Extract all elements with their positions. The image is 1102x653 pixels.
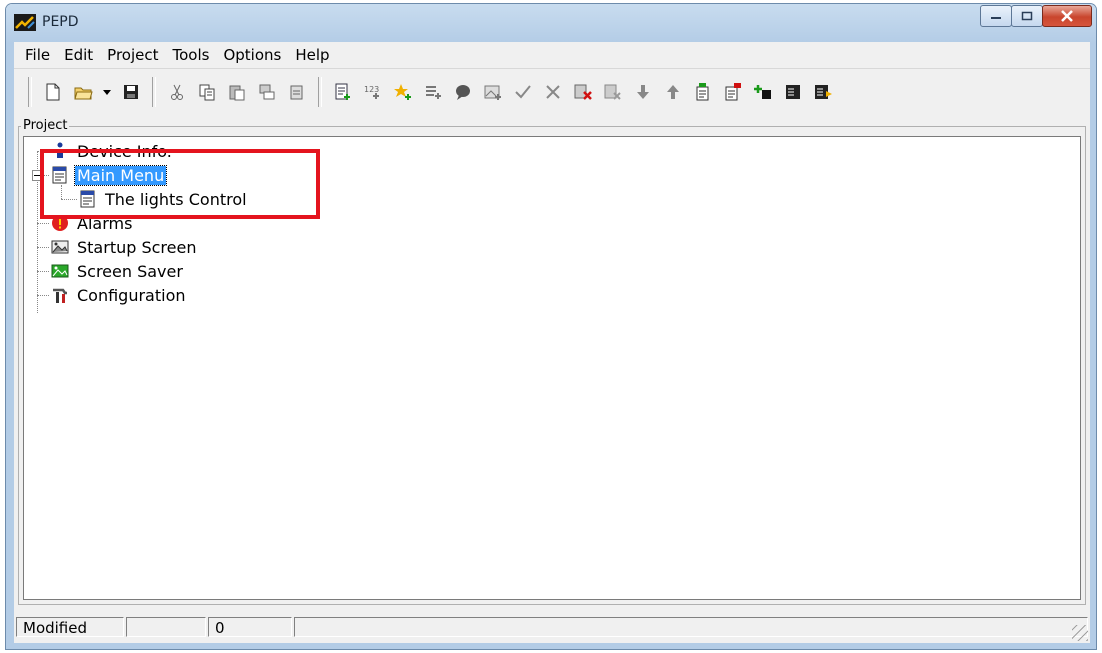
title-bar[interactable]: PEPD [6, 4, 1096, 40]
menu-options[interactable]: Options [216, 46, 288, 64]
cut-icon [171, 84, 183, 100]
menu-red-icon [725, 83, 741, 101]
accept-button[interactable] [511, 80, 535, 104]
save-button[interactable] [119, 80, 143, 104]
tree-node-startup-screen[interactable]: Startup Screen [51, 236, 198, 258]
copy-button[interactable] [195, 80, 219, 104]
paste-item-icon [259, 84, 275, 100]
menu-add-button[interactable] [691, 80, 715, 104]
move-down-button[interactable] [631, 80, 655, 104]
paste-item-button[interactable] [255, 80, 279, 104]
add-comment-icon [456, 85, 470, 100]
highlight-box [40, 149, 320, 219]
project-group-label: Project [21, 118, 70, 133]
bullet-add-icon [754, 85, 771, 99]
startup-image-icon [51, 238, 69, 256]
add-screen-button[interactable] [331, 80, 355, 104]
add-number-icon: 123 [364, 85, 379, 99]
menu-add-icon [696, 83, 709, 101]
status-bar: Modified 0 [14, 609, 1090, 643]
list-export-icon [815, 85, 832, 99]
move-down-icon [637, 85, 649, 99]
status-pane-2 [126, 617, 206, 637]
client-area: File Edit Project Tools Options Help 123… [14, 42, 1090, 643]
move-up-button[interactable] [661, 80, 685, 104]
app-logo-icon [14, 14, 36, 31]
paste-button[interactable] [225, 80, 249, 104]
tree-line [37, 247, 49, 248]
close-button[interactable] [1042, 5, 1092, 27]
save-icon [124, 85, 138, 99]
delete-screen-icon [574, 84, 592, 100]
tools-icon [51, 286, 69, 304]
paste-special-button[interactable] [285, 80, 309, 104]
window-title: PEPD [42, 14, 79, 30]
delete-item-icon [604, 84, 621, 100]
tree-line [37, 295, 49, 296]
screensaver-image-icon [51, 262, 69, 280]
add-image-button[interactable] [481, 80, 505, 104]
add-screen-icon [335, 83, 350, 100]
list-button[interactable] [781, 80, 805, 104]
toolbar-separator [28, 77, 32, 107]
reject-button[interactable] [541, 80, 565, 104]
menu-help[interactable]: Help [288, 46, 336, 64]
menu-project[interactable]: Project [100, 46, 165, 64]
menu-bar: File Edit Project Tools Options Help [14, 42, 1090, 69]
new-file-icon [46, 83, 60, 101]
check-icon [515, 85, 531, 99]
bullet-add-button[interactable] [751, 80, 775, 104]
open-button[interactable] [71, 80, 95, 104]
paste-icon [229, 85, 245, 101]
new-button[interactable] [41, 80, 65, 104]
app-window: PEPD File Edit Project Tools Options Hel… [6, 4, 1096, 649]
add-item-button[interactable] [391, 80, 415, 104]
copy-icon [199, 84, 215, 101]
svg-text:123: 123 [364, 85, 379, 94]
open-dropdown-button[interactable] [101, 80, 113, 104]
status-count: 0 [208, 617, 292, 637]
dropdown-arrow-icon [103, 90, 111, 95]
tree-node-label: Screen Saver [77, 261, 183, 281]
tree-node-label: Configuration [77, 285, 186, 305]
minimize-button[interactable] [980, 5, 1012, 27]
tree-line [37, 271, 49, 272]
add-list-button[interactable] [421, 80, 445, 104]
add-comment-button[interactable] [451, 80, 475, 104]
add-item-icon [394, 84, 411, 100]
add-image-icon [484, 85, 501, 100]
tree-node-configuration[interactable]: Configuration [51, 284, 188, 306]
project-tree[interactable]: Device Info. Main Menu The lights Contro… [23, 136, 1081, 600]
resize-grip[interactable] [1072, 625, 1088, 641]
tree-node-screen-saver[interactable]: Screen Saver [51, 260, 185, 282]
close-icon [1061, 10, 1073, 22]
list-icon [786, 85, 800, 99]
status-pane-4 [294, 617, 1088, 637]
add-number-button[interactable]: 123 [361, 80, 385, 104]
delete-item-button[interactable] [601, 80, 625, 104]
menu-tools[interactable]: Tools [166, 46, 217, 64]
cut-button[interactable] [165, 80, 189, 104]
toolbar-separator [318, 77, 322, 107]
menu-red-button[interactable] [721, 80, 745, 104]
tree-node-label: Startup Screen [77, 237, 197, 257]
tree-line [37, 223, 49, 224]
maximize-icon [1021, 11, 1033, 21]
minimize-icon [991, 17, 1001, 19]
move-up-icon [667, 85, 679, 99]
cross-icon [546, 85, 560, 99]
toolbar-separator [152, 77, 156, 107]
add-list-icon [426, 86, 441, 99]
toolbar: 123 [14, 72, 1090, 112]
list-export-button[interactable] [811, 80, 835, 104]
delete-screen-button[interactable] [571, 80, 595, 104]
maximize-button[interactable] [1011, 5, 1043, 27]
menu-file[interactable]: File [18, 46, 57, 64]
paste-special-icon [290, 85, 303, 100]
menu-edit[interactable]: Edit [57, 46, 100, 64]
status-modified: Modified [16, 617, 124, 637]
open-folder-icon [74, 87, 93, 100]
project-group: Project Device Info. Main Menu The light… [18, 118, 1086, 605]
